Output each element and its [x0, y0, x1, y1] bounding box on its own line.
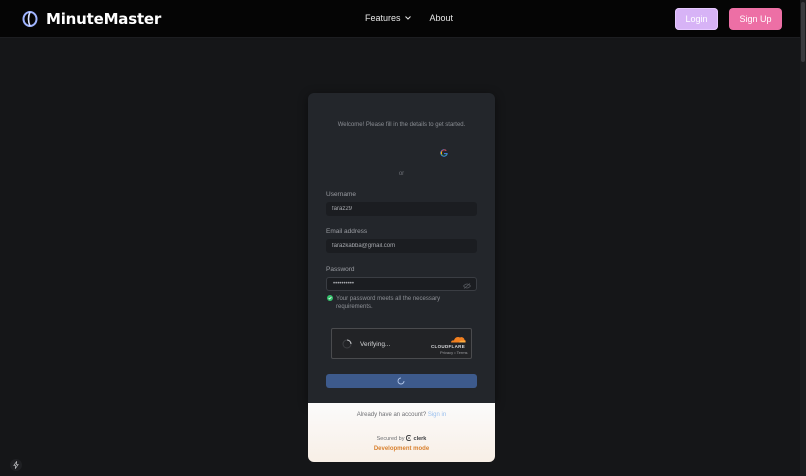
- password-label: Password: [326, 266, 355, 273]
- or-divider: or: [398, 171, 405, 177]
- nav-features-label: Features: [365, 13, 401, 23]
- welcome-text: Welcome! Please fill in the details to g…: [337, 122, 466, 128]
- card-footer: Already have an account? Sign in Secured…: [308, 403, 495, 462]
- secured-by-row: Secured by clerk: [308, 435, 495, 442]
- chevron-down-icon: [404, 16, 411, 20]
- cloudflare-logo-icon: [451, 336, 466, 343]
- brand-name: MinuteMaster: [46, 10, 162, 28]
- signup-card: Welcome! Please fill in the details to g…: [308, 93, 495, 403]
- google-button[interactable]: [405, 146, 477, 160]
- social-button-1[interactable]: [326, 146, 398, 160]
- login-button[interactable]: Login: [675, 8, 718, 30]
- page-scrollbar[interactable]: [800, 0, 806, 476]
- social-buttons: [326, 146, 477, 160]
- nav-features[interactable]: Features: [365, 13, 412, 23]
- spinner-icon: [342, 339, 352, 349]
- google-icon: [440, 149, 448, 157]
- username-label: Username: [326, 191, 356, 198]
- dev-tools-badge[interactable]: [10, 459, 22, 471]
- check-circle-icon: [327, 295, 333, 301]
- clerk-wordmark[interactable]: clerk: [414, 436, 427, 442]
- email-label: Email address: [326, 228, 368, 235]
- top-nav: MinuteMaster Features About Login Sign U…: [0, 0, 806, 38]
- captcha-status: Verifying...: [360, 341, 391, 348]
- nav-about[interactable]: About: [430, 13, 454, 23]
- lightning-icon: [13, 461, 19, 469]
- development-mode-text: Development mode: [373, 446, 430, 452]
- have-account-row: Already have an account? Sign in: [308, 412, 495, 418]
- secured-by-text: Secured by: [376, 436, 405, 442]
- clerk-logo-icon: [405, 435, 412, 441]
- cloudflare-wordmark: CLOUDFLARE: [431, 344, 465, 349]
- scrollbar-thumb[interactable]: [801, 2, 805, 62]
- email-field[interactable]: [326, 239, 477, 253]
- have-account-text: Already have an account?: [356, 412, 427, 418]
- password-field[interactable]: [326, 277, 477, 291]
- spinner-icon: [397, 377, 405, 385]
- brand[interactable]: MinuteMaster: [22, 9, 161, 29]
- password-validation-text: Your password meets all the necessary re…: [336, 296, 441, 310]
- nav-about-label: About: [429, 13, 454, 23]
- signup-button[interactable]: Sign Up: [729, 8, 782, 30]
- eye-off-icon[interactable]: [463, 283, 471, 289]
- minutemaster-logo-icon: [22, 11, 38, 27]
- username-field[interactable]: [326, 202, 477, 216]
- cloudflare-turnstile[interactable]: Verifying... CLOUDFLARE Privacy • Terms: [331, 328, 472, 359]
- nav-links: Features About: [365, 13, 453, 23]
- continue-button[interactable]: [326, 374, 477, 388]
- captcha-links[interactable]: Privacy • Terms: [440, 350, 468, 355]
- signin-link[interactable]: Sign in: [428, 412, 446, 418]
